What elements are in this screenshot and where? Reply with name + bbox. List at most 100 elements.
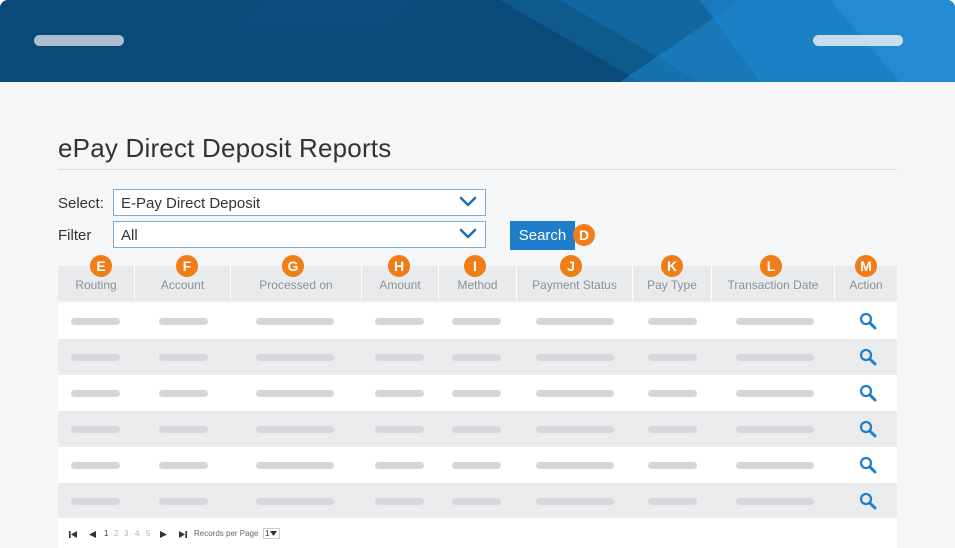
filter-label: Filter	[58, 227, 92, 244]
caret-down-icon	[270, 531, 278, 536]
cell-placeholder-processed-on	[256, 426, 334, 433]
callout-badge-routing: E	[90, 255, 112, 277]
table-row	[58, 447, 897, 483]
header-placeholder-left	[34, 35, 124, 46]
page-number-3[interactable]: 3	[124, 529, 128, 538]
cell-placeholder-method	[452, 498, 501, 505]
cell-placeholder-account	[159, 498, 208, 505]
search-icon[interactable]	[859, 312, 877, 330]
cell-placeholder-amount	[375, 390, 424, 397]
report-type-select[interactable]: E-Pay Direct Deposit	[113, 189, 486, 216]
cell-placeholder-payment-status	[536, 318, 614, 325]
cell-placeholder-method	[452, 390, 501, 397]
cell-placeholder-amount	[375, 354, 424, 361]
cell-placeholder-transaction-date	[736, 354, 814, 361]
callout-badge-account: F	[176, 255, 198, 277]
callout-badge-transaction-date: L	[760, 255, 782, 277]
search-icon[interactable]	[859, 492, 877, 510]
cell-placeholder-transaction-date	[736, 498, 814, 505]
chevron-down-icon	[459, 228, 477, 239]
cell-placeholder-payment-status	[536, 354, 614, 361]
header-placeholder-right	[813, 35, 903, 46]
select-label: Select:	[58, 195, 104, 212]
cell-placeholder-pay-type	[648, 354, 697, 361]
cell-placeholder-payment-status	[536, 426, 614, 433]
cell-placeholder-method	[452, 318, 501, 325]
table-row	[58, 339, 897, 375]
cell-placeholder-processed-on	[256, 462, 334, 469]
cell-placeholder-payment-status	[536, 498, 614, 505]
cell-placeholder-amount	[375, 318, 424, 325]
cell-placeholder-processed-on	[256, 318, 334, 325]
cell-placeholder-account	[159, 390, 208, 397]
cell-placeholder-account	[159, 426, 208, 433]
callout-badge-method: I	[464, 255, 486, 277]
cell-placeholder-routing	[71, 390, 120, 397]
cell-placeholder-method	[452, 354, 501, 361]
callout-badge-search: D	[573, 224, 595, 246]
cell-placeholder-routing	[71, 354, 120, 361]
cell-placeholder-pay-type	[648, 318, 697, 325]
page-number-4[interactable]: 4	[135, 529, 139, 538]
first-page-icon[interactable]	[69, 531, 77, 538]
header-background-graphic	[0, 0, 955, 82]
app-header	[0, 0, 955, 82]
page-number-2[interactable]: 2	[114, 529, 118, 538]
cell-placeholder-payment-status	[536, 390, 614, 397]
cell-placeholder-processed-on	[256, 498, 334, 505]
records-per-page-select[interactable]: 1	[263, 528, 280, 539]
cell-placeholder-pay-type	[648, 462, 697, 469]
search-icon[interactable]	[859, 420, 877, 438]
page-title: ePay Direct Deposit Reports	[58, 133, 392, 163]
next-page-icon[interactable]	[160, 531, 167, 538]
table-row	[58, 411, 897, 447]
cell-placeholder-processed-on	[256, 390, 334, 397]
search-icon[interactable]	[859, 456, 877, 474]
title-divider	[58, 169, 897, 170]
cell-placeholder-routing	[71, 498, 120, 505]
page-number-1[interactable]: 1	[104, 529, 108, 538]
pagination-bar: 1 2 3 4 5 Records per Page 1	[58, 518, 897, 548]
cell-placeholder-method	[452, 426, 501, 433]
callout-badge-pay-type: K	[661, 255, 683, 277]
page-number-5[interactable]: 5	[146, 529, 150, 538]
cell-placeholder-account	[159, 318, 208, 325]
cell-placeholder-amount	[375, 426, 424, 433]
cell-placeholder-transaction-date	[736, 318, 814, 325]
app-window: ePay Direct Deposit Reports Select: E-Pa…	[0, 0, 955, 548]
table-row	[58, 375, 897, 411]
callout-badge-payment-status: J	[560, 255, 582, 277]
table-row	[58, 483, 897, 519]
search-icon[interactable]	[859, 348, 877, 366]
last-page-icon[interactable]	[179, 531, 187, 538]
cell-placeholder-method	[452, 462, 501, 469]
cell-placeholder-transaction-date	[736, 462, 814, 469]
cell-placeholder-pay-type	[648, 426, 697, 433]
cell-placeholder-pay-type	[648, 498, 697, 505]
filter-value: All	[121, 227, 138, 244]
cell-placeholder-amount	[375, 498, 424, 505]
cell-placeholder-transaction-date	[736, 390, 814, 397]
previous-page-icon[interactable]	[89, 531, 96, 538]
cell-placeholder-account	[159, 354, 208, 361]
search-button[interactable]: Search	[510, 221, 575, 250]
cell-placeholder-routing	[71, 318, 120, 325]
cell-placeholder-amount	[375, 462, 424, 469]
cell-placeholder-transaction-date	[736, 426, 814, 433]
cell-placeholder-processed-on	[256, 354, 334, 361]
table-row	[58, 303, 897, 339]
records-per-page-value: 1	[265, 529, 270, 538]
filter-select[interactable]: All	[113, 221, 486, 248]
report-type-value: E-Pay Direct Deposit	[121, 195, 261, 212]
cell-placeholder-routing	[71, 426, 120, 433]
chevron-down-icon	[459, 196, 477, 207]
records-per-page-label: Records per Page	[194, 529, 259, 538]
callout-badge-action: M	[855, 255, 877, 277]
cell-placeholder-pay-type	[648, 390, 697, 397]
callout-badge-processed-on: G	[282, 255, 304, 277]
callout-badge-amount: H	[388, 255, 410, 277]
cell-placeholder-account	[159, 462, 208, 469]
cell-placeholder-payment-status	[536, 462, 614, 469]
cell-placeholder-routing	[71, 462, 120, 469]
search-icon[interactable]	[859, 384, 877, 402]
